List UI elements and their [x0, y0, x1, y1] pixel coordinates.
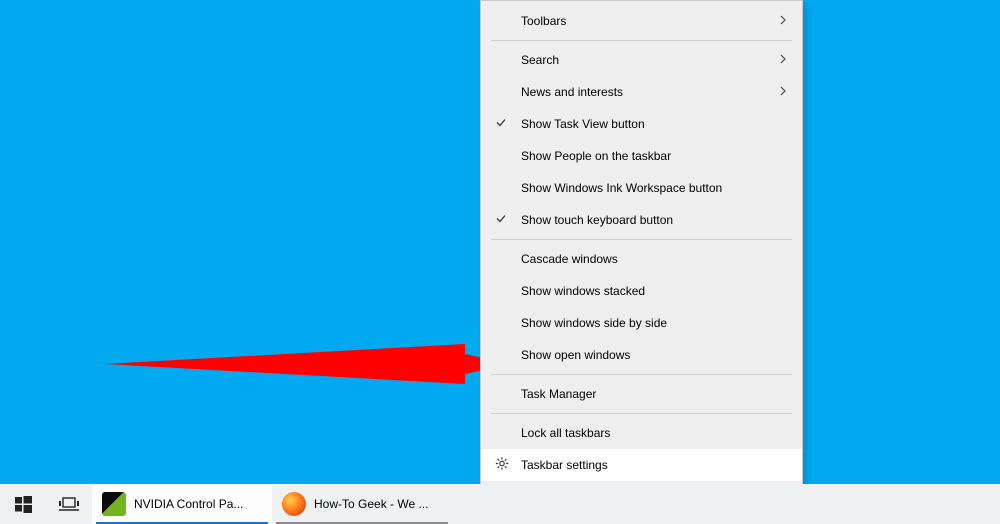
check-icon [495, 117, 507, 132]
menu-separator [491, 40, 792, 41]
menu-item-show-ink[interactable]: Show Windows Ink Workspace button [481, 172, 802, 204]
taskbar[interactable]: NVIDIA Control Pa... How-To Geek - We ..… [0, 484, 1000, 524]
menu-item-taskbar-settings[interactable]: Taskbar settings [481, 449, 802, 481]
menu-separator [491, 413, 792, 414]
taskbar-app-nvidia[interactable]: NVIDIA Control Pa... [92, 484, 272, 524]
menu-item-label: Show open windows [521, 348, 630, 362]
menu-separator [491, 239, 792, 240]
menu-item-label: Show Task View button [521, 117, 645, 131]
menu-item-news[interactable]: News and interests [481, 76, 802, 108]
menu-item-label: Show windows side by side [521, 316, 667, 330]
menu-item-stacked[interactable]: Show windows stacked [481, 275, 802, 307]
menu-item-search[interactable]: Search [481, 44, 802, 76]
firefox-icon [282, 492, 306, 516]
menu-item-label: Taskbar settings [521, 458, 608, 472]
menu-item-label: Cascade windows [521, 252, 618, 266]
chevron-right-icon [778, 85, 788, 99]
menu-item-label: Show People on the taskbar [521, 149, 671, 163]
chevron-right-icon [778, 14, 788, 28]
menu-item-show-people[interactable]: Show People on the taskbar [481, 140, 802, 172]
menu-item-lock-taskbars[interactable]: Lock all taskbars [481, 417, 802, 449]
start-button[interactable] [0, 484, 46, 524]
gear-icon [495, 457, 509, 474]
windows-icon [15, 496, 32, 513]
taskbar-app-firefox[interactable]: How-To Geek - We ... [272, 484, 452, 524]
menu-item-label: Show touch keyboard button [521, 213, 673, 227]
menu-item-label: Lock all taskbars [521, 426, 610, 440]
taskbar-app-label: How-To Geek - We ... [314, 497, 428, 511]
menu-item-show-touch[interactable]: Show touch keyboard button [481, 204, 802, 236]
menu-item-side-by-side[interactable]: Show windows side by side [481, 307, 802, 339]
menu-item-label: News and interests [521, 85, 623, 99]
menu-item-toolbars[interactable]: Toolbars [481, 5, 802, 37]
task-view-button[interactable] [46, 484, 92, 524]
menu-item-task-manager[interactable]: Task Manager [481, 378, 802, 410]
chevron-right-icon [778, 53, 788, 67]
taskbar-context-menu: Toolbars Search News and interests Show … [480, 0, 803, 486]
menu-item-show-open[interactable]: Show open windows [481, 339, 802, 371]
menu-item-label: Search [521, 53, 559, 67]
menu-item-cascade[interactable]: Cascade windows [481, 243, 802, 275]
task-view-icon [59, 496, 79, 512]
nvidia-icon [102, 492, 126, 516]
check-icon [495, 213, 507, 228]
menu-item-label: Toolbars [521, 14, 566, 28]
menu-item-label: Show windows stacked [521, 284, 645, 298]
menu-item-label: Show Windows Ink Workspace button [521, 181, 722, 195]
taskbar-app-label: NVIDIA Control Pa... [134, 497, 243, 511]
menu-item-show-task-view[interactable]: Show Task View button [481, 108, 802, 140]
menu-item-label: Task Manager [521, 387, 596, 401]
menu-separator [491, 374, 792, 375]
